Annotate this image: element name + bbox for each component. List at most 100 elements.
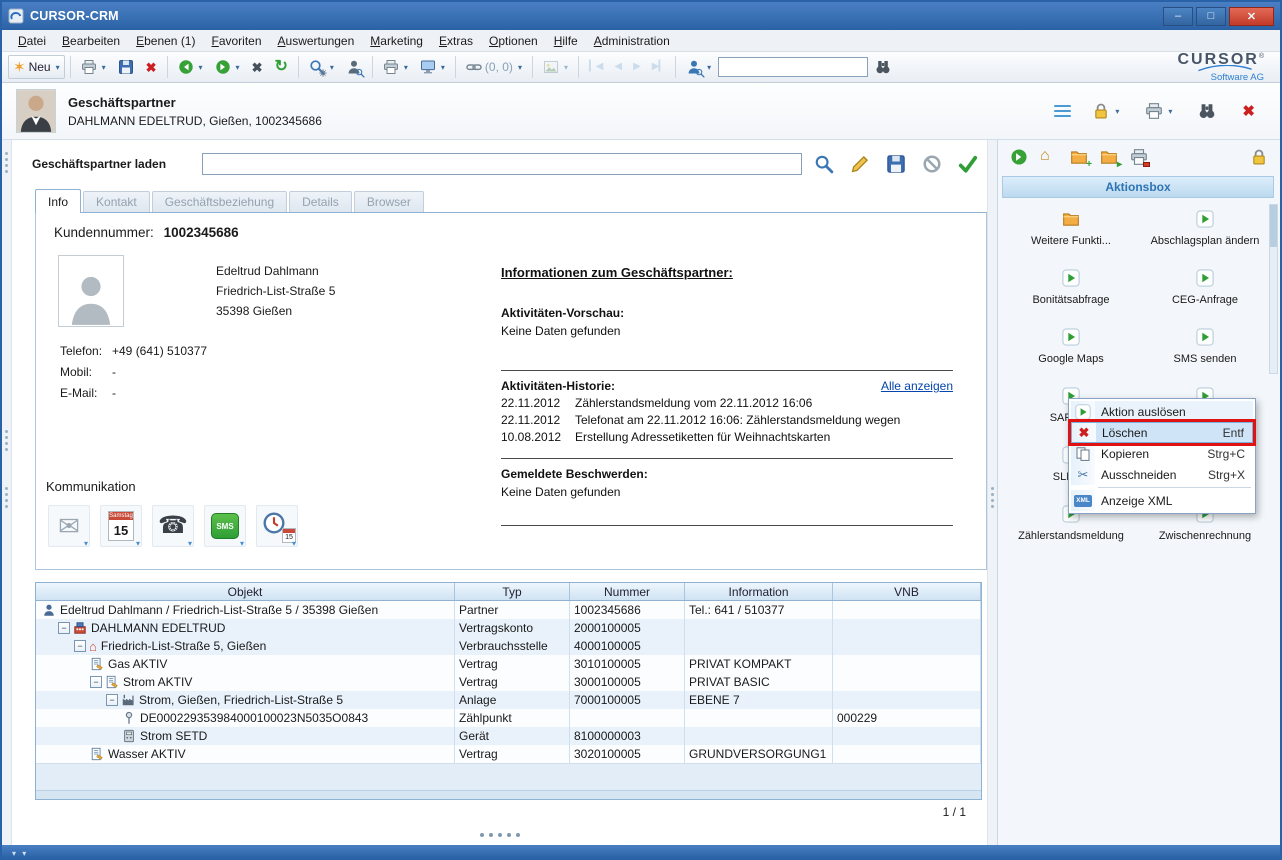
collapse-chevrons-icon[interactable] bbox=[12, 845, 28, 859]
menu-hilfe[interactable]: Hilfe bbox=[546, 31, 586, 51]
task-button[interactable]: 15 bbox=[256, 505, 298, 547]
image-button[interactable] bbox=[538, 55, 573, 79]
new-button[interactable]: ✶ Neu bbox=[8, 55, 65, 79]
menu-optionen[interactable]: Optionen bbox=[481, 31, 546, 51]
menu-marketing[interactable]: Marketing bbox=[362, 31, 431, 51]
quick-search-input[interactable] bbox=[718, 57, 868, 77]
last-record-button[interactable]: ▶▎ bbox=[647, 55, 670, 79]
drag-handle-icon[interactable] bbox=[480, 833, 520, 837]
tab-browser[interactable]: Browser bbox=[354, 191, 424, 212]
action-google-maps[interactable]: Google Maps bbox=[1004, 322, 1138, 379]
tab-details[interactable]: Details bbox=[289, 191, 352, 212]
sync-button[interactable] bbox=[1010, 148, 1028, 166]
action-ceg-anfrage[interactable]: CEG-Anfrage bbox=[1138, 263, 1272, 320]
save-button[interactable] bbox=[113, 55, 139, 79]
cancel-button[interactable] bbox=[918, 151, 946, 177]
splitter-handle[interactable] bbox=[5, 152, 8, 155]
phone-call-button[interactable]: ☎ bbox=[152, 505, 194, 547]
collapse-toggle[interactable] bbox=[106, 694, 118, 706]
confirm-button[interactable] bbox=[954, 151, 982, 177]
previous-record-button[interactable]: ◀ bbox=[609, 55, 626, 79]
menu-item-ausschneiden[interactable]: ✂ Ausschneiden Strg+X bbox=[1071, 464, 1253, 485]
menu-favoriten[interactable]: Favoriten bbox=[203, 31, 269, 51]
search-load-button[interactable] bbox=[810, 151, 838, 177]
find-button[interactable] bbox=[870, 55, 896, 79]
delete-button[interactable]: ✖ bbox=[141, 55, 162, 79]
left-splitter[interactable] bbox=[2, 140, 12, 845]
splitter-handle[interactable] bbox=[5, 487, 8, 490]
menu-administration[interactable]: Administration bbox=[586, 31, 678, 51]
search-record-button[interactable] bbox=[1193, 99, 1221, 123]
table-row[interactable]: Strom SETD Gerät 8100000003 bbox=[36, 727, 981, 745]
print-record-button[interactable] bbox=[1140, 99, 1177, 123]
close-record-button[interactable]: ✖ bbox=[1237, 99, 1260, 123]
action-abschlagsplan[interactable]: Abschlagsplan ändern bbox=[1138, 204, 1272, 261]
action-bonitaetsabfrage[interactable]: Bonitätsabfrage bbox=[1004, 263, 1138, 320]
advanced-search-button[interactable] bbox=[304, 55, 339, 79]
menu-item-kopieren[interactable]: Kopieren Strg+C bbox=[1071, 443, 1253, 464]
action-sms-senden[interactable]: SMS senden bbox=[1138, 322, 1272, 379]
edit-button[interactable] bbox=[846, 151, 874, 177]
column-header-information[interactable]: Information bbox=[685, 583, 833, 600]
minimize-button[interactable]: – bbox=[1163, 7, 1193, 26]
run-folder-button[interactable] bbox=[1100, 148, 1118, 166]
email-button[interactable]: ✉ bbox=[48, 505, 90, 547]
lock-button[interactable] bbox=[1087, 99, 1124, 123]
bottom-splitter[interactable] bbox=[12, 824, 987, 845]
table-row[interactable]: DAHLMANN EDELTRUD Vertragskonto 20001000… bbox=[36, 619, 981, 637]
right-splitter[interactable] bbox=[987, 140, 997, 845]
table-row[interactable]: Edeltrud Dahlmann / Friedrich-List-Straß… bbox=[36, 601, 981, 619]
panel-lock-button[interactable] bbox=[1250, 148, 1268, 166]
table-row[interactable]: Strom AKTIV Vertrag 3000100005 PRIVAT BA… bbox=[36, 673, 981, 691]
tab-info[interactable]: Info bbox=[35, 189, 81, 213]
menu-item-loeschen[interactable]: ✖ Löschen Entf bbox=[1071, 422, 1253, 443]
action-weitere-funktionen[interactable]: Weitere Funkti... bbox=[1004, 204, 1138, 261]
table-row[interactable]: Strom, Gießen, Friedrich-List-Straße 5 A… bbox=[36, 691, 981, 709]
alle-anzeigen-link[interactable]: Alle anzeigen bbox=[881, 379, 953, 393]
menu-extras[interactable]: Extras bbox=[431, 31, 481, 51]
menu-datei[interactable]: Datei bbox=[10, 31, 54, 51]
person-search-button[interactable] bbox=[681, 55, 716, 79]
column-header-vnb[interactable]: VNB bbox=[833, 583, 981, 600]
table-row[interactable]: DE000229353984000100023N5035O0843 Zählpu… bbox=[36, 709, 981, 727]
splitter-handle[interactable] bbox=[5, 430, 8, 433]
table-row[interactable]: Gas AKTIV Vertrag 3010100005 PRIVAT KOMP… bbox=[36, 655, 981, 673]
save-record-button[interactable] bbox=[882, 151, 910, 177]
table-row[interactable]: ⌂Friedrich-List-Straße 5, Gießen Verbrau… bbox=[36, 637, 981, 655]
close-view-button[interactable]: ✖ bbox=[247, 55, 268, 79]
tab-kontakt[interactable]: Kontakt bbox=[83, 191, 150, 212]
scrollbar-thumb[interactable] bbox=[1270, 205, 1277, 247]
splitter-handle[interactable] bbox=[991, 487, 994, 490]
panel-scrollbar[interactable] bbox=[1269, 204, 1278, 374]
menu-ebenen[interactable]: Ebenen (1) bbox=[128, 31, 203, 51]
collapse-toggle[interactable] bbox=[74, 640, 86, 652]
print-button[interactable] bbox=[76, 55, 111, 79]
contact-search-button[interactable] bbox=[341, 55, 367, 79]
fax-button[interactable] bbox=[378, 55, 413, 79]
column-header-nummer[interactable]: Nummer bbox=[570, 583, 685, 600]
list-view-button[interactable] bbox=[1054, 102, 1071, 120]
maximize-button[interactable]: □ bbox=[1196, 7, 1226, 26]
add-folder-button[interactable] bbox=[1070, 148, 1088, 166]
report-button[interactable] bbox=[1130, 148, 1148, 166]
back-button[interactable] bbox=[173, 55, 208, 79]
collapse-toggle[interactable] bbox=[58, 622, 70, 634]
refresh-button[interactable]: ↻ bbox=[269, 55, 292, 79]
column-header-typ[interactable]: Typ bbox=[455, 583, 570, 600]
next-record-button[interactable]: ▶ bbox=[628, 55, 645, 79]
home-button[interactable]: ⌂ bbox=[1040, 148, 1058, 166]
column-header-objekt[interactable]: Objekt bbox=[36, 583, 455, 600]
first-record-button[interactable]: ▎◀ bbox=[584, 55, 607, 79]
collapse-toggle[interactable] bbox=[90, 676, 102, 688]
menu-item-anzeige-xml[interactable]: XML Anzeige XML bbox=[1071, 490, 1253, 511]
close-button[interactable]: ✕ bbox=[1229, 7, 1274, 26]
table-row[interactable]: Wasser AKTIV Vertrag 3020100005 GRUNDVER… bbox=[36, 745, 981, 763]
sms-button[interactable]: SMS bbox=[204, 505, 246, 547]
menu-auswertungen[interactable]: Auswertungen bbox=[270, 31, 363, 51]
monitor-button[interactable] bbox=[415, 55, 450, 79]
horizontal-scrollbar[interactable] bbox=[36, 790, 981, 799]
appointment-button[interactable]: Samstag 15 bbox=[100, 505, 142, 547]
forward-button[interactable] bbox=[210, 55, 245, 79]
menu-item-aktion-ausloesen[interactable]: Aktion auslösen bbox=[1071, 401, 1253, 422]
relations-button[interactable]: (0, 0) bbox=[461, 55, 527, 79]
